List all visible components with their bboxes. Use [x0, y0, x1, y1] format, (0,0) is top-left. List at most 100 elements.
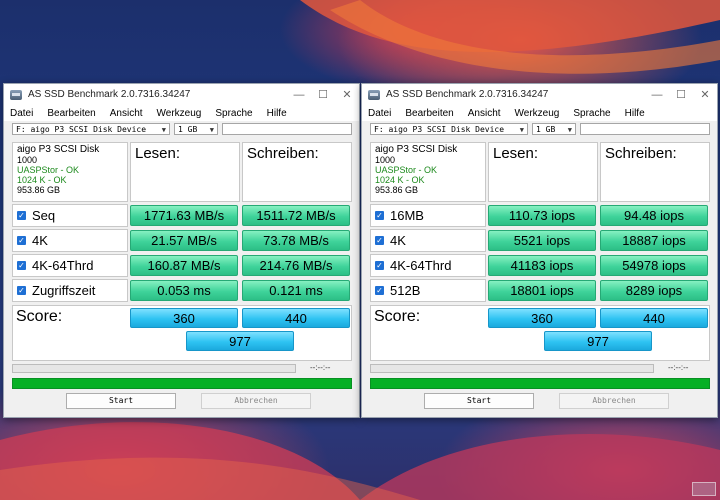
window-title: AS SSD Benchmark 2.0.7316.34247 [28, 89, 191, 100]
test-label: 4K [390, 233, 406, 248]
4k-read-result: 5521 iops [488, 230, 596, 251]
menu-datei[interactable]: Datei [368, 108, 391, 119]
benchmark-window-mbs: AS SSD Benchmark 2.0.7316.34247 — ☐ ✕ Da… [3, 83, 360, 418]
checkbox-checked-icon: ✓ [17, 211, 26, 220]
app-icon [368, 89, 380, 100]
4k-write-result: 18887 iops [600, 230, 708, 251]
test-progress-bar [12, 364, 296, 373]
menu-ansicht[interactable]: Ansicht [110, 108, 143, 119]
close-icon[interactable]: ✕ [335, 88, 359, 101]
align-status: 1024 K - OK [375, 175, 425, 185]
menu-bearbeiten[interactable]: Bearbeiten [47, 108, 95, 119]
chevron-down-icon: ▼ [209, 126, 214, 134]
drive-firmware: 1000 [375, 155, 396, 165]
test-4k64-checkbox[interactable]: ✓ 4K-64Thrd [370, 254, 486, 277]
checkbox-checked-icon: ✓ [17, 286, 26, 295]
test-4k-checkbox[interactable]: ✓ 4K [370, 229, 486, 252]
app-icon [10, 89, 22, 100]
drive-info-panel: aigo P3 SCSI Disk 1000 UASPStor - OK 102… [370, 142, 486, 202]
size-select[interactable]: 1 GB ▼ [174, 123, 218, 135]
score-label: Score: [16, 308, 63, 325]
abort-button[interactable]: Abbrechen [559, 393, 669, 409]
test-16mb-checkbox[interactable]: ✓ 16MB [370, 204, 486, 227]
device-select[interactable]: F: aigo P3 SCSI Disk Device ▼ [12, 123, 170, 135]
score-total: 977 [186, 331, 294, 351]
close-icon[interactable]: ✕ [693, 88, 717, 101]
toolbar: F: aigo P3 SCSI Disk Device ▼ 1 GB ▼ [4, 121, 359, 138]
start-button[interactable]: Start [66, 393, 176, 409]
menu-sprache[interactable]: Sprache [215, 108, 252, 119]
maximize-icon[interactable]: ☐ [311, 88, 335, 101]
test-label: Zugriffszeit [32, 283, 96, 298]
device-select-value: F: aigo P3 SCSI Disk Device [16, 125, 147, 134]
device-select[interactable]: F: aigo P3 SCSI Disk Device ▼ [370, 123, 528, 135]
score-write: 440 [600, 308, 708, 328]
checkbox-checked-icon: ✓ [17, 236, 26, 245]
watermark-logo [692, 482, 716, 496]
device-select-value: F: aigo P3 SCSI Disk Device [374, 125, 505, 134]
driver-status: UASPStor - OK [17, 165, 80, 175]
test-4k-checkbox[interactable]: ✓ 4K [12, 229, 128, 252]
size-select[interactable]: 1 GB ▼ [532, 123, 576, 135]
size-select-value: 1 GB [536, 125, 556, 134]
4k-write-result: 73.78 MB/s [242, 230, 350, 251]
minimize-icon[interactable]: — [645, 89, 669, 101]
test-access-checkbox[interactable]: ✓ Zugriffszeit [12, 279, 128, 302]
checkbox-checked-icon: ✓ [375, 286, 384, 295]
menu-sprache[interactable]: Sprache [573, 108, 610, 119]
test-seq-checkbox[interactable]: ✓ Seq [12, 204, 128, 227]
total-progress-bar [370, 378, 710, 389]
menu-werkzeug[interactable]: Werkzeug [157, 108, 202, 119]
16mb-write-result: 94.48 iops [600, 205, 708, 226]
menu-bearbeiten[interactable]: Bearbeiten [405, 108, 453, 119]
16mb-read-result: 110.73 iops [488, 205, 596, 226]
size-select-value: 1 GB [178, 125, 198, 134]
drive-firmware: 1000 [17, 155, 38, 165]
window-title: AS SSD Benchmark 2.0.7316.34247 [386, 89, 549, 100]
4k64-write-result: 54978 iops [600, 255, 708, 276]
4k64-read-result: 160.87 MB/s [130, 255, 238, 276]
maximize-icon[interactable]: ☐ [669, 88, 693, 101]
score-read: 360 [488, 308, 596, 328]
menu-hilfe[interactable]: Hilfe [267, 108, 287, 119]
4k64-read-result: 41183 iops [488, 255, 596, 276]
read-header: Lesen: [130, 142, 240, 202]
test-label: Seq [32, 208, 56, 223]
chevron-down-icon: ▼ [519, 126, 524, 134]
menu-ansicht[interactable]: Ansicht [468, 108, 501, 119]
checkbox-checked-icon: ✓ [375, 261, 384, 270]
write-header: Schreiben: [242, 142, 352, 202]
test-512b-checkbox[interactable]: ✓ 512B [370, 279, 486, 302]
checkbox-checked-icon: ✓ [375, 211, 384, 220]
menu-werkzeug[interactable]: Werkzeug [515, 108, 560, 119]
chevron-down-icon: ▼ [567, 126, 572, 134]
abort-button[interactable]: Abbrechen [201, 393, 311, 409]
test-label: 4K-64Thrd [32, 258, 94, 273]
test-4k64-checkbox[interactable]: ✓ 4K-64Thrd [12, 254, 128, 277]
access-write-result: 0.121 ms [242, 280, 350, 301]
drive-capacity: 953.86 GB [17, 185, 61, 195]
test-label: 4K-64Thrd [390, 258, 452, 273]
drive-capacity: 953.86 GB [375, 185, 419, 195]
score-read: 360 [130, 308, 238, 328]
menu-datei[interactable]: Datei [10, 108, 33, 119]
drive-info-panel: aigo P3 SCSI Disk 1000 UASPStor - OK 102… [12, 142, 128, 202]
start-button[interactable]: Start [424, 393, 534, 409]
menu-hilfe[interactable]: Hilfe [625, 108, 645, 119]
toolbar: F: aigo P3 SCSI Disk Device ▼ 1 GB ▼ [362, 121, 717, 138]
status-field [580, 123, 710, 135]
status-field [222, 123, 352, 135]
title-bar[interactable]: AS SSD Benchmark 2.0.7316.34247 — ☐ ✕ [4, 84, 359, 105]
title-bar[interactable]: AS SSD Benchmark 2.0.7316.34247 — ☐ ✕ [362, 84, 717, 105]
align-status: 1024 K - OK [17, 175, 67, 185]
total-progress-bar [12, 378, 352, 389]
test-label: 16MB [390, 208, 424, 223]
benchmark-window-iops: AS SSD Benchmark 2.0.7316.34247 — ☐ ✕ Da… [361, 83, 718, 418]
chevron-down-icon: ▼ [161, 126, 166, 134]
seq-write-result: 1511.72 MB/s [242, 205, 350, 226]
read-header: Lesen: [488, 142, 598, 202]
test-label: 512B [390, 283, 421, 298]
menu-bar: Datei Bearbeiten Ansicht Werkzeug Sprach… [362, 105, 717, 121]
minimize-icon[interactable]: — [287, 89, 311, 101]
score-total: 977 [544, 331, 652, 351]
